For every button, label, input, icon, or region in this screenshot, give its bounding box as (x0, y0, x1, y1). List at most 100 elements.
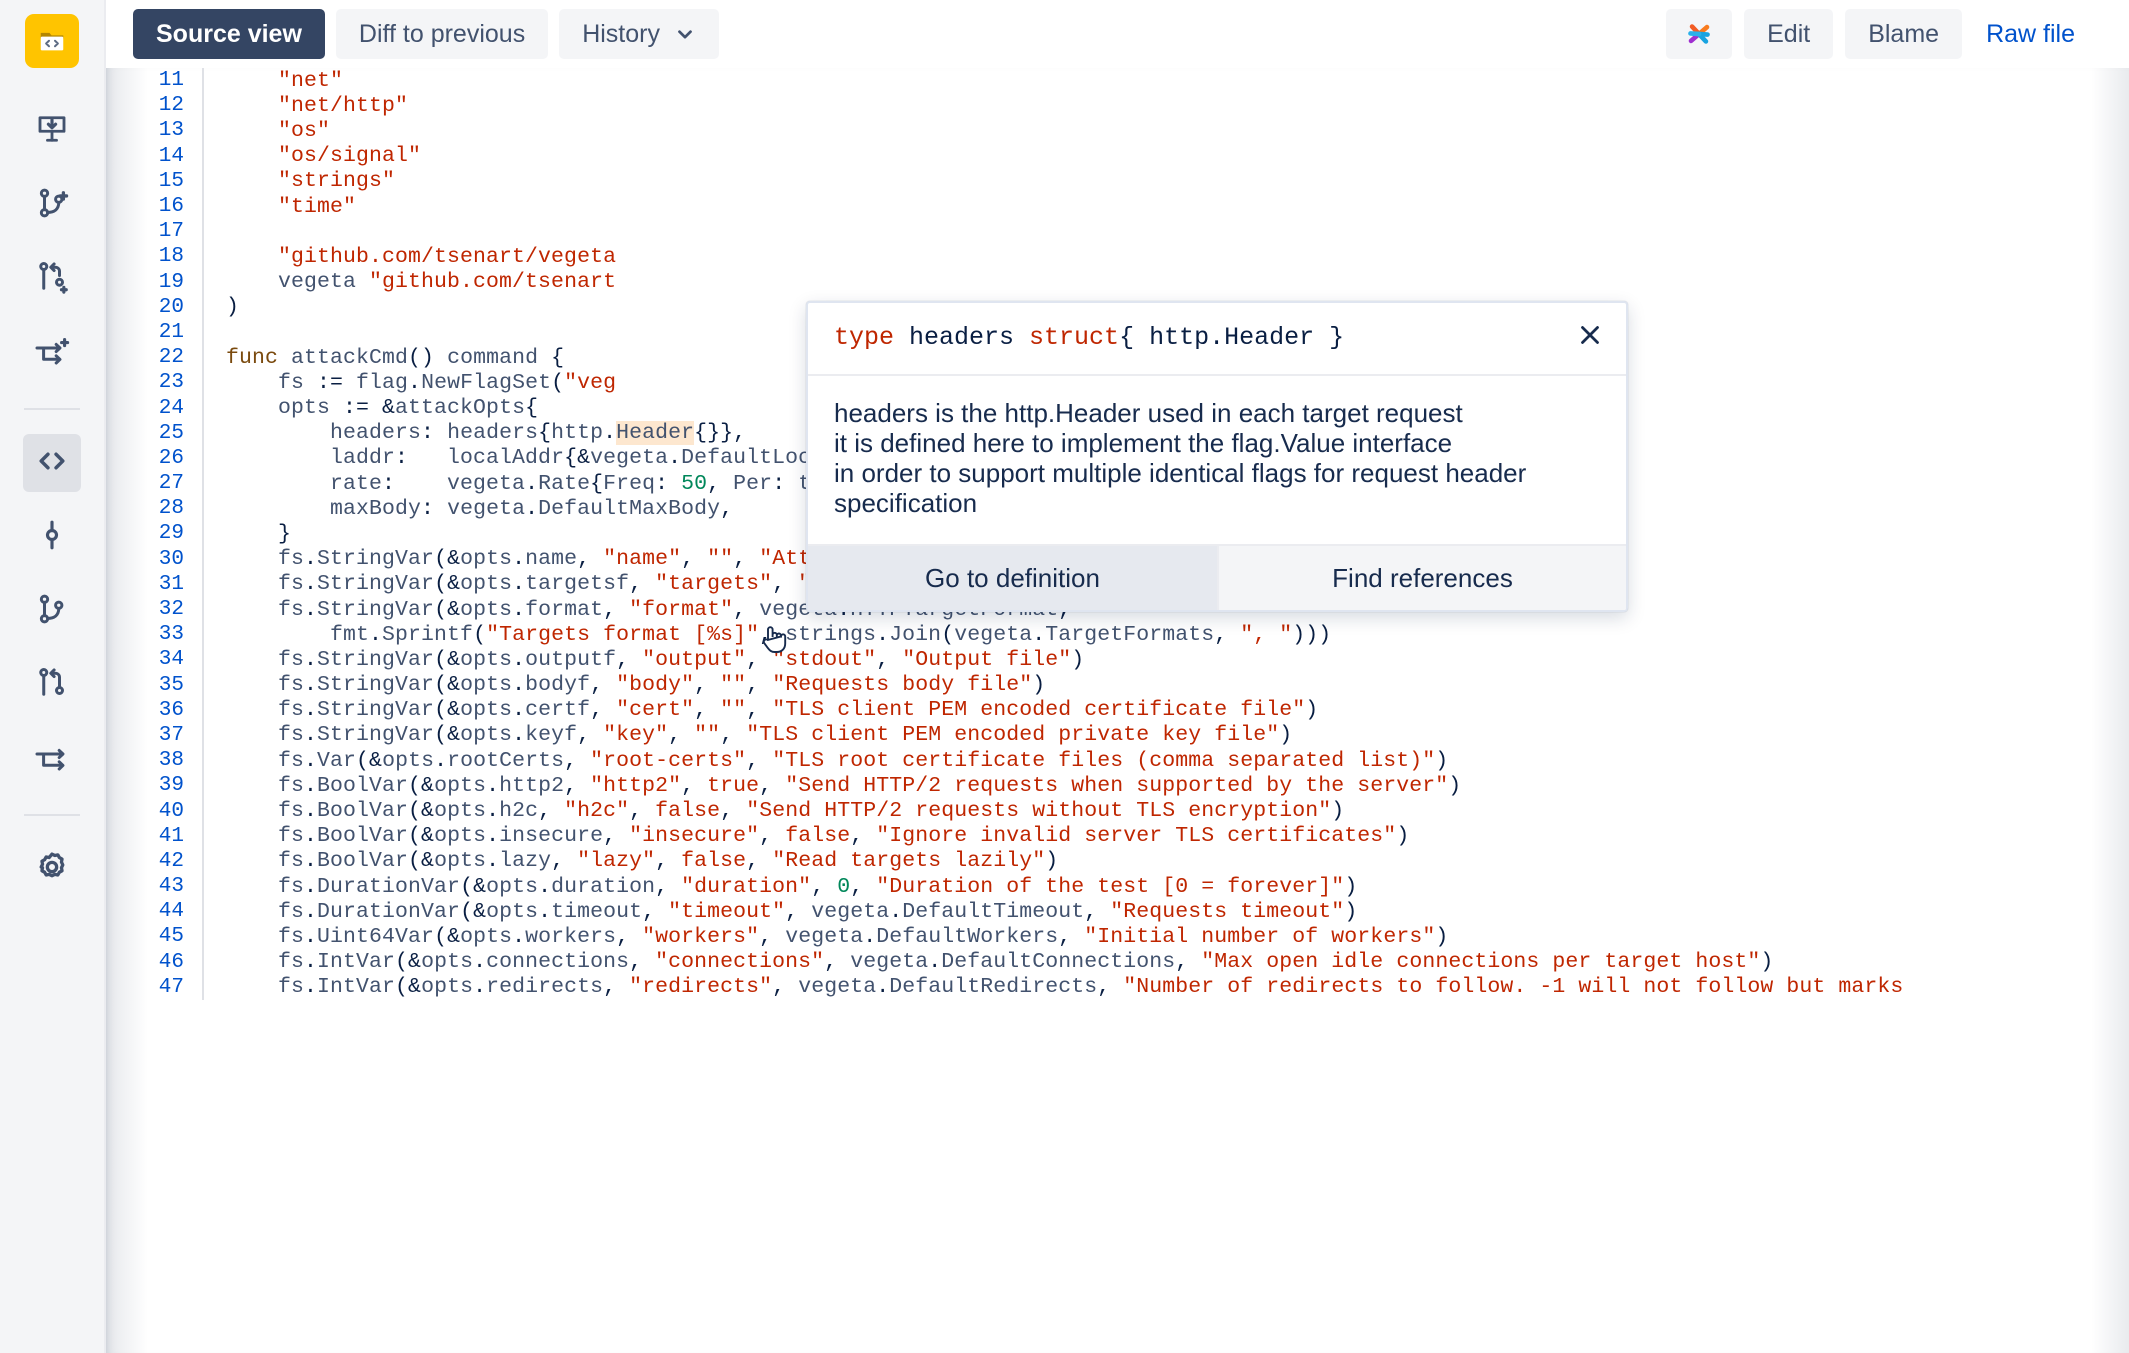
code-line-text[interactable]: func attackCmd() command { (204, 346, 564, 370)
code-token: BoolVar (317, 799, 409, 824)
code-line-text[interactable]: fs.DurationVar(&opts.duration, "duration… (204, 875, 1357, 899)
code-token: "TLS client PEM encoded certificate file… (772, 698, 1306, 723)
line-number: 28 (158, 497, 184, 521)
ai-assistant-button[interactable] (1666, 9, 1733, 59)
find-references-button[interactable]: Find references (1217, 546, 1626, 610)
raw-file-link[interactable]: Raw file (1974, 9, 2087, 59)
code-line-text[interactable]: fs.IntVar(&opts.connections, "connection… (204, 950, 1773, 974)
code-line-text[interactable]: "net" (204, 69, 343, 93)
code-scroll-container[interactable]: 11 "net" 12 "net/http" 13 "os" 14 "os/signa… (106, 68, 2129, 1353)
code-line-text[interactable]: "os/signal" (204, 144, 421, 168)
history-dropdown[interactable]: History (559, 9, 719, 59)
code-token: . (512, 924, 526, 949)
code-line-text[interactable]: fs.StringVar(&opts.bodyf, "body", "", "R… (204, 673, 1045, 697)
sidebar-item-clone-repository[interactable] (23, 102, 81, 160)
code-token: . (473, 975, 487, 1000)
code-line-text[interactable]: "strings" (204, 169, 395, 193)
sidebar-item-pull-requests[interactable] (23, 656, 81, 714)
blame-button[interactable]: Blame (1845, 9, 1963, 59)
app-logo[interactable] (0, 0, 104, 82)
code-token: , (746, 647, 773, 672)
code-line-text[interactable]: fs.IntVar(&opts.redirects, "redirects", … (204, 975, 1903, 999)
code-line-text[interactable]: "os" (204, 119, 330, 143)
line-number: 22 (158, 346, 184, 370)
code-token: (& (408, 824, 435, 849)
close-icon[interactable] (1570, 315, 1610, 355)
code-token: "redirects" (629, 975, 773, 1000)
code-line-text[interactable]: fs.StringVar(&opts.certf, "cert", "", "T… (204, 698, 1318, 722)
code-token: fs (226, 773, 305, 798)
code-line-text[interactable]: vegeta "github.com/tsenart (204, 270, 616, 294)
code-token: . (538, 874, 552, 899)
code-line-text[interactable]: "time" (204, 195, 356, 219)
sidebar-item-create-pipeline[interactable] (23, 324, 81, 382)
code-line-text[interactable]: fs.Uint64Var(&opts.workers, "workers", v… (204, 925, 1448, 949)
code-token: , (629, 799, 656, 824)
code-token: "net/http" (278, 93, 409, 118)
code-token: { (525, 396, 539, 421)
code-line-text[interactable]: ) (204, 295, 239, 319)
code-token: . (304, 773, 318, 798)
tab-source-view[interactable]: Source view (133, 9, 325, 59)
line-number: 33 (158, 623, 184, 647)
code-line-text[interactable]: fs.BoolVar(&opts.h2c, "h2c", false, "Sen… (204, 799, 1344, 823)
code-line-text[interactable]: fs.DurationVar(&opts.timeout, "timeout",… (204, 900, 1357, 924)
code-line-text[interactable]: fmt.Sprintf("Targets format [%s]", strin… (204, 623, 1331, 647)
code-token: fs (226, 874, 305, 899)
code-line-text[interactable]: fs.StringVar(&opts.outputf, "output", "s… (204, 648, 1084, 672)
code-token: "output" (642, 647, 747, 672)
code-line-text[interactable]: fs := flag.NewFlagSet("veg (204, 371, 616, 395)
line-number: 18 (158, 245, 184, 269)
code-token: outputf (525, 647, 617, 672)
code-line: 38 fs.Var(&opts.rootCerts, "root-certs",… (106, 748, 2129, 774)
code-token: , (603, 824, 630, 849)
sidebar-item-create-branch[interactable] (23, 176, 81, 234)
code-token: ) (1448, 773, 1462, 798)
sidebar-item-pipelines[interactable] (23, 730, 81, 788)
code-line-text[interactable]: fs.Var(&opts.rootCerts, "root-certs", "T… (204, 749, 1448, 773)
line-number: 13 (158, 119, 184, 143)
code-token: opts (460, 723, 513, 748)
sidebar-item-repository-settings[interactable] (23, 840, 81, 898)
code-line-text[interactable]: "github.com/tsenart/vegeta (204, 245, 616, 269)
code-token: , (616, 924, 643, 949)
code-token: opts (421, 975, 474, 1000)
code-token: "Requests body file" (772, 673, 1033, 698)
sidebar-item-create-pull-request[interactable] (23, 250, 81, 308)
rail-divider-bottom (24, 814, 80, 816)
code-line-text[interactable]: fs.BoolVar(&opts.lazy, "lazy", false, "R… (204, 849, 1058, 873)
gutter-rule (202, 219, 204, 245)
highlighted-symbol: Header (616, 421, 695, 446)
edit-button[interactable]: Edit (1744, 9, 1834, 59)
sidebar-item-commits[interactable] (23, 508, 81, 566)
code-token: fs (226, 924, 305, 949)
signature-token: type (834, 323, 895, 352)
code-line-text[interactable]: fs.StringVar(&opts.keyf, "key", "", "TLS… (204, 723, 1292, 747)
code-line-text[interactable]: fs.BoolVar(&opts.http2, "http2", true, "… (204, 774, 1461, 798)
code-line-text[interactable]: maxBody: vegeta.DefaultMaxBody, (204, 497, 733, 521)
code-line-text[interactable]: } (204, 522, 291, 546)
clone-download-icon (34, 111, 70, 152)
code-token: StringVar (317, 647, 435, 672)
code-line-text[interactable]: opts := &attackOpts{ (204, 396, 538, 420)
sidebar-item-branches[interactable] (23, 582, 81, 640)
code-token: (& (434, 547, 461, 572)
code-token: rate (226, 471, 383, 496)
code-token: , (746, 673, 773, 698)
code-token: , (733, 597, 760, 622)
code-token: ) (1396, 824, 1410, 849)
go-to-definition-button[interactable]: Go to definition (808, 546, 1217, 610)
code-token: , (655, 874, 682, 899)
code-line-text[interactable]: fs.BoolVar(&opts.insecure, "insecure", f… (204, 824, 1409, 848)
code-line: 17 (106, 219, 2129, 245)
sidebar-item-source[interactable] (23, 434, 81, 492)
code-line-text[interactable]: headers: headers{http.Header{}}, (204, 421, 746, 446)
line-number: 21 (158, 320, 184, 344)
code-token: fs (226, 950, 305, 975)
source-code-viewer[interactable]: 11 "net" 12 "net/http" 13 "os" 14 "os/signa… (104, 68, 2129, 1353)
line-number: 23 (158, 371, 184, 395)
tab-diff-to-previous[interactable]: Diff to previous (335, 9, 549, 59)
code-token: workers (525, 924, 617, 949)
code-line-text[interactable]: "net/http" (204, 94, 408, 118)
code-token: , (564, 748, 591, 773)
